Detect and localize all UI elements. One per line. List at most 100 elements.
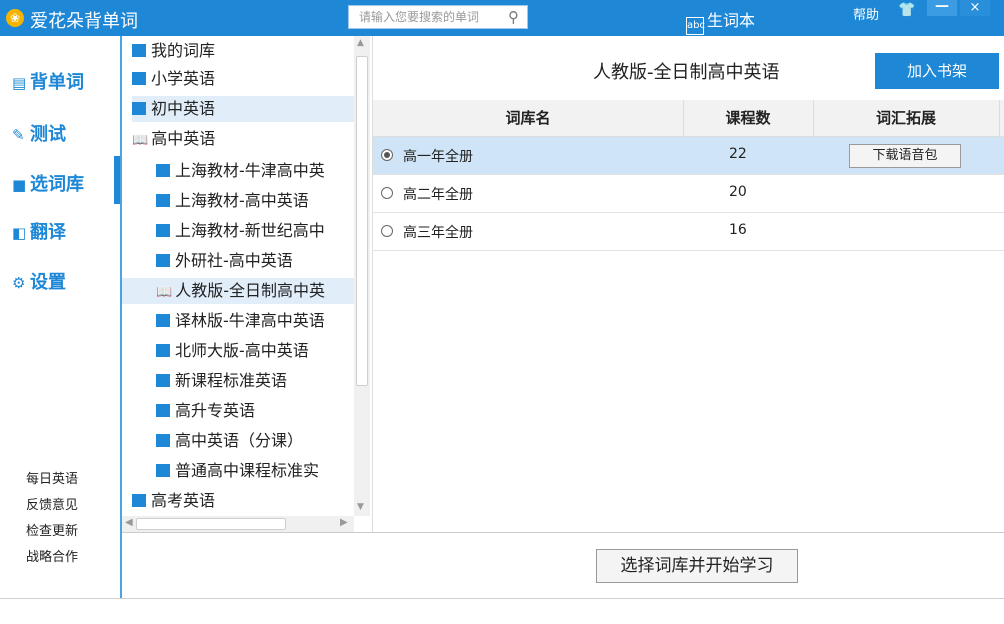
column-header[interactable]: 课程数 [683, 100, 814, 136]
partnership-link[interactable]: 战略合作 [26, 546, 78, 565]
book-icon [156, 254, 170, 267]
book-icon [156, 464, 170, 477]
open-book-icon: 📖 [132, 133, 149, 148]
tree-item[interactable]: 上海教材-牛津高中英 [156, 158, 354, 184]
tree-item[interactable]: 我的词库 [132, 38, 364, 64]
nav-item-translate[interactable]: ◧ 翻译 [12, 218, 66, 244]
scroll-down-icon[interactable]: ▼ [357, 502, 364, 512]
row-name: 高一年全册 [403, 149, 473, 165]
close-button[interactable]: × [960, 0, 990, 16]
tree-vertical-scrollbar[interactable]: ▲ ▼ [354, 36, 370, 516]
row-radio[interactable] [381, 225, 393, 237]
bottom-bar: 选择词库并开始学习 [122, 532, 1004, 599]
tree-item-label: 高中英语 [151, 129, 216, 148]
row-radio[interactable] [381, 149, 393, 161]
tree-item-label: 高升专英语 [175, 401, 256, 420]
tree-horizontal-scrollbar[interactable]: ◀ ▶ [122, 516, 354, 532]
divider [0, 598, 1004, 599]
book-icon [132, 44, 146, 57]
nav-label: 设置 [30, 272, 66, 293]
feedback-link[interactable]: 反馈意见 [26, 494, 78, 513]
tree-item-label: 人教版-全日制高中英 [175, 281, 325, 300]
book-icon [132, 72, 146, 85]
scroll-up-icon[interactable]: ▲ [357, 38, 364, 48]
book-icon [156, 434, 170, 447]
tree-item-label: 初中英语 [151, 99, 216, 118]
book-icon [156, 404, 170, 417]
tree-item[interactable]: 高升专英语 [156, 398, 354, 424]
book-icon [132, 494, 146, 507]
column-header[interactable]: 词汇拓展 [813, 100, 1000, 136]
book-icon [156, 374, 170, 387]
nav-item-library[interactable]: ■ 选词库 [12, 170, 84, 196]
gear-icon: ⚙ [12, 274, 26, 292]
tree-item[interactable]: 上海教材-高中英语 [156, 188, 354, 214]
app-title: 爱花朵背单词 [30, 11, 138, 32]
row-count: 20 [729, 184, 747, 200]
book-icon [156, 194, 170, 207]
daily-english-link[interactable]: 每日英语 [26, 468, 78, 487]
tree-item[interactable]: 外研社-高中英语 [156, 248, 354, 274]
download-audio-button[interactable]: 下载语音包 [849, 144, 961, 168]
edit-icon: ✎ [12, 126, 25, 144]
minimize-button[interactable]: — [927, 0, 957, 16]
tree-item[interactable]: 高考英语 [132, 488, 364, 514]
left-nav: ▤ 背单词 ✎ 测试 ■ 选词库 ◧ 翻译 ⚙ 设置 每日英语 反馈意见 检查更新 战略合… [0, 36, 122, 598]
tree-item-label: 上海教材-牛津高中英 [175, 161, 325, 180]
tree-item[interactable]: 高中英语（分课） [156, 428, 354, 454]
help-button[interactable]: 帮助 [853, 4, 879, 23]
library-icon: ■ [12, 176, 27, 194]
scroll-left-icon[interactable]: ◀ [125, 517, 133, 528]
tree-item[interactable]: 上海教材-新世纪高中 [156, 218, 354, 244]
vocab-book-icon: abc [686, 17, 705, 35]
nav-item-settings[interactable]: ⚙ 设置 [12, 268, 66, 294]
tree-item[interactable]: 小学英语 [132, 66, 364, 92]
open-book-icon: 📖 [156, 285, 173, 300]
start-learning-button[interactable]: 选择词库并开始学习 [596, 549, 798, 583]
tree-item-selected[interactable]: 📖 人教版-全日制高中英 [122, 278, 354, 304]
library-tree: 我的词库 小学英语 初中英语 📖 高中英语 上海教材-牛津高中英 上海教材-高中英… [122, 36, 373, 532]
search-input[interactable] [349, 6, 509, 28]
tree-item-label: 高考英语 [151, 491, 216, 510]
nav-label: 选词库 [30, 174, 84, 195]
tree-item[interactable]: 新课程标准英语 [156, 368, 354, 394]
scroll-right-icon[interactable]: ▶ [340, 517, 348, 528]
skin-icon[interactable]: 👕 [898, 2, 915, 18]
nav-label: 测试 [30, 124, 66, 145]
row-radio[interactable] [381, 187, 393, 199]
book-icon [156, 164, 170, 177]
tree-item-label: 译林版-牛津高中英语 [175, 311, 325, 330]
tree-item-label: 外研社-高中英语 [175, 251, 293, 270]
nav-selection-indicator [114, 156, 120, 204]
tree-item[interactable]: 普通高中课程标准实 [156, 458, 354, 484]
tree-item-label: 我的词库 [151, 41, 216, 60]
book-icon [156, 344, 170, 357]
table-row[interactable]: 高一年全册 22 下载语音包 [373, 137, 1004, 175]
vocab-book-button[interactable]: abc 生词本 [686, 7, 755, 35]
nav-item-memorize[interactable]: ▤ 背单词 [12, 68, 84, 94]
tree-item[interactable]: 译林版-牛津高中英语 [156, 308, 354, 334]
scroll-thumb[interactable] [356, 56, 368, 386]
tree-item[interactable]: 北师大版-高中英语 [156, 338, 354, 364]
main-panel: 人教版-全日制高中英语 加入书架 词库名 课程数 词汇拓展 高一年全册 22 下… [373, 36, 1004, 532]
tree-item-label: 高中英语（分课） [175, 431, 304, 450]
tree-item-label: 北师大版-高中英语 [175, 341, 309, 360]
scroll-thumb[interactable] [136, 518, 286, 530]
tree-item[interactable]: 📖 高中英语 [132, 126, 364, 152]
row-count: 16 [729, 222, 747, 238]
table-header: 词库名 课程数 词汇拓展 [373, 100, 1004, 137]
check-update-link[interactable]: 检查更新 [26, 520, 78, 539]
title-bar: ❀ 爱花朵背单词 ⚲ abc生词本 帮助 👕 — × [0, 0, 1004, 36]
book-icon [156, 224, 170, 237]
search-box[interactable]: ⚲ [348, 5, 528, 29]
nav-item-test[interactable]: ✎ 测试 [12, 120, 66, 146]
book-icon: ▤ [12, 74, 27, 92]
add-to-shelf-button[interactable]: 加入书架 [875, 53, 999, 89]
column-header[interactable]: 词库名 [373, 100, 684, 136]
table-row[interactable]: 高三年全册 16 [373, 213, 1004, 251]
table-row[interactable]: 高二年全册 20 [373, 175, 1004, 213]
tree-item[interactable]: 初中英语 [132, 96, 354, 122]
search-icon[interactable]: ⚲ [508, 8, 519, 26]
book-title: 人教版-全日制高中英语 [593, 62, 780, 83]
nav-label: 翻译 [30, 222, 66, 243]
